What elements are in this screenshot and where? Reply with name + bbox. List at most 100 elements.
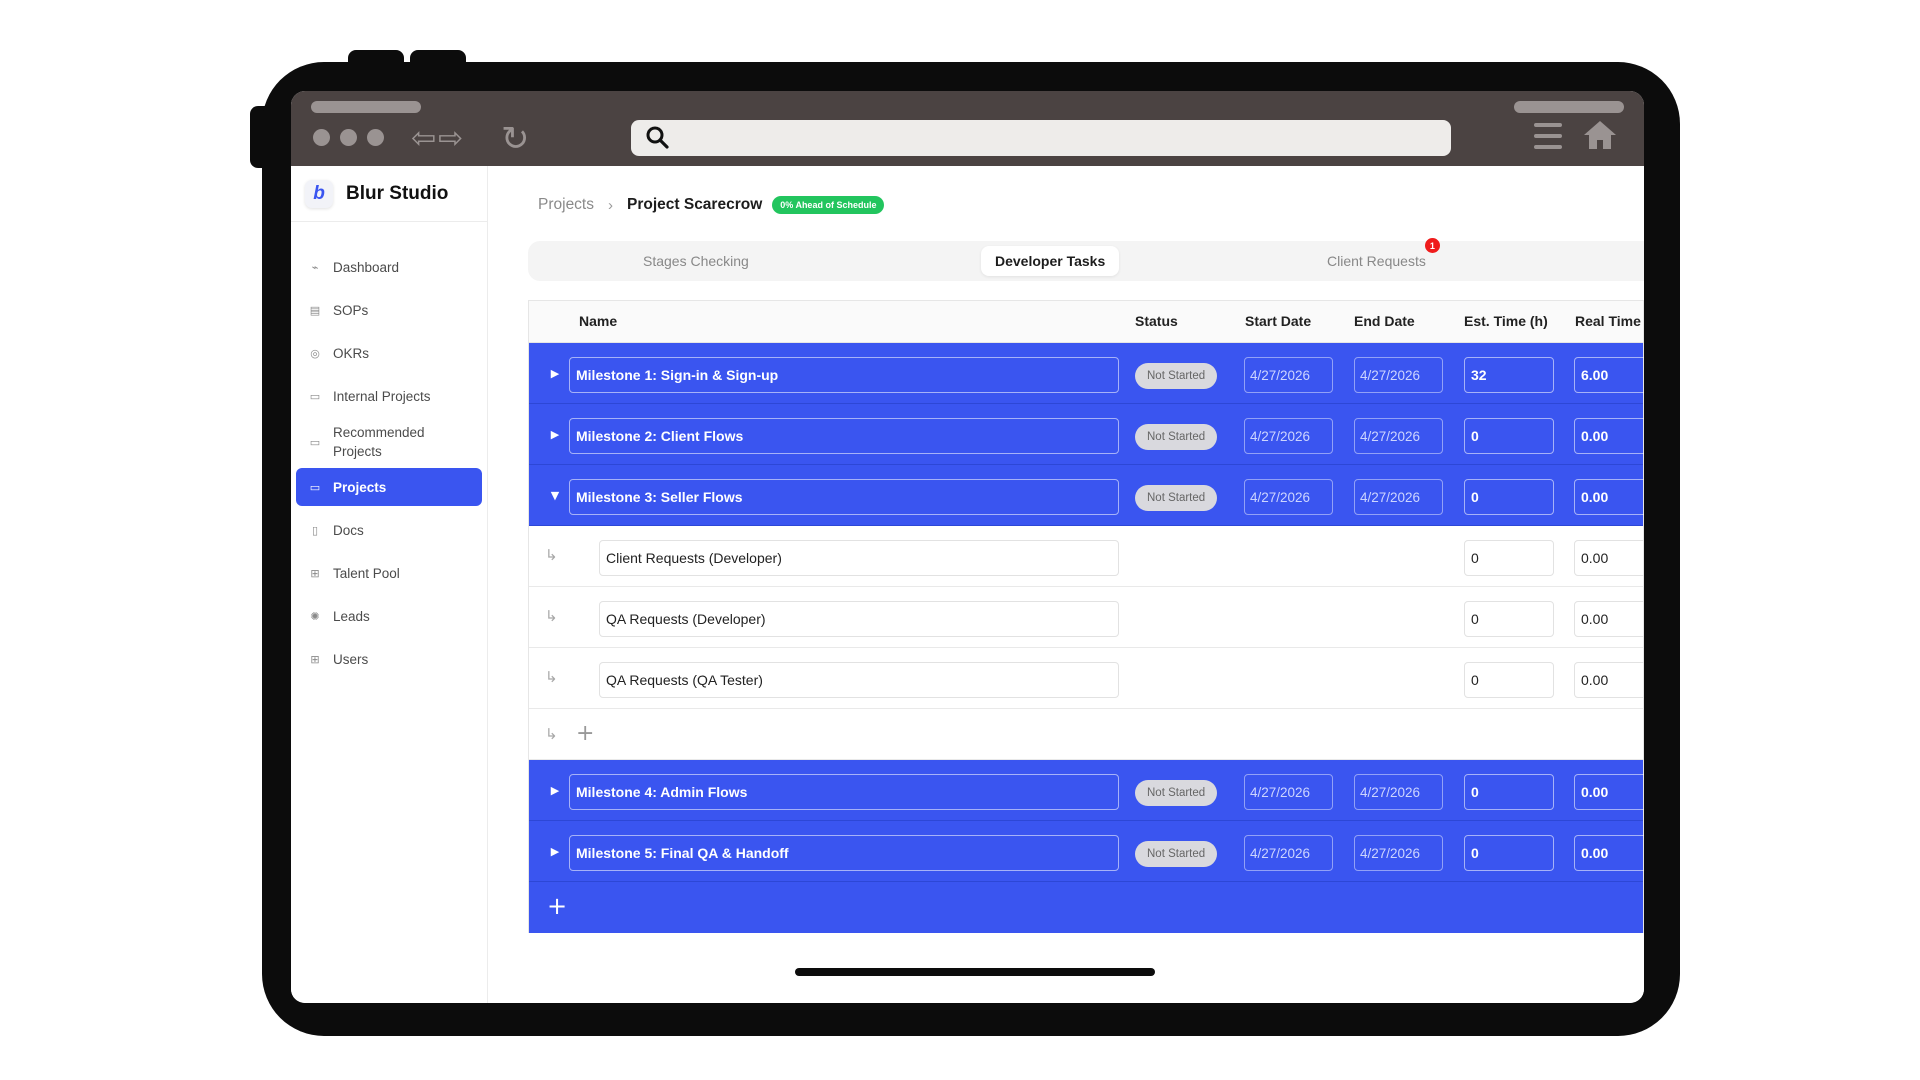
start-date-field[interactable]: 4/27/2026 — [1244, 774, 1333, 810]
sidebar-item-internal-projects[interactable]: ▭ Internal Projects — [296, 377, 482, 415]
window-dot-close[interactable] — [313, 129, 330, 146]
start-date-field[interactable]: 4/27/2026 — [1244, 357, 1333, 393]
sidebar-item-docs[interactable]: ▯ Docs — [296, 511, 482, 549]
folder-icon: ▭ — [309, 389, 321, 403]
tab-stages-checking[interactable]: Stages Checking — [629, 246, 763, 276]
caret-right-icon[interactable]: ▶ — [548, 366, 562, 380]
caret-right-icon[interactable]: ▶ — [548, 783, 562, 797]
status-badge[interactable]: Not Started — [1135, 363, 1218, 389]
window-dot-minimize[interactable] — [340, 129, 357, 146]
end-date-field[interactable]: 4/27/2026 — [1354, 418, 1443, 454]
doc-icon: ▯ — [311, 523, 319, 537]
chart-icon: ⌁ — [311, 260, 319, 274]
end-date-field[interactable]: 4/27/2026 — [1354, 835, 1443, 871]
start-date-field[interactable]: 4/27/2026 — [1244, 479, 1333, 515]
add-subtask-button[interactable]: + — [576, 721, 594, 746]
milestone-name-input[interactable]: Milestone 1: Sign-in & Sign-up — [569, 357, 1119, 393]
sidebar-item-okrs[interactable]: ◎ OKRs — [296, 334, 482, 372]
column-header-real-time[interactable]: Real Time — [1575, 313, 1641, 329]
reload-icon[interactable]: ↻ — [501, 119, 530, 159]
subtask-name-input[interactable]: QA Requests (Developer) — [599, 601, 1119, 637]
end-date-field[interactable]: 4/27/2026 — [1354, 357, 1443, 393]
real-time-input[interactable]: 0.00 — [1574, 479, 1644, 515]
est-time-input[interactable]: 0 — [1464, 662, 1554, 698]
sidebar-item-users[interactable]: ⊞ Users — [296, 640, 482, 678]
est-time-input[interactable]: 0 — [1464, 479, 1554, 515]
add-subtask-row: ↳ + — [529, 709, 1643, 760]
sidebar-item-leads[interactable]: ✺ Leads — [296, 597, 482, 635]
est-time-input[interactable]: 0 — [1464, 774, 1554, 810]
subtask-row: ↳ Client Requests (Developer) 0 0.00 — [529, 526, 1644, 587]
main-content: Projects › Project Scarecrow 0% Ahead of… — [488, 166, 1644, 1003]
milestone-name-input[interactable]: Milestone 3: Seller Flows — [569, 479, 1119, 515]
users-icon: ⊞ — [310, 652, 320, 666]
tab-label: Client Requests — [1327, 253, 1426, 269]
column-header-end-date[interactable]: End Date — [1354, 313, 1415, 329]
url-bar[interactable] — [631, 120, 1451, 156]
home-icon[interactable] — [1582, 119, 1618, 151]
column-header-status[interactable]: Status — [1135, 313, 1178, 329]
talent-icon: ⊞ — [310, 566, 320, 580]
real-time-input[interactable]: 6.00 — [1574, 357, 1644, 393]
add-milestone-row: + — [529, 882, 1643, 933]
back-forward-icon[interactable]: ⇦⇨ — [411, 121, 465, 156]
subtask-arrow-icon: ↳ — [545, 668, 558, 686]
start-date-field[interactable]: 4/27/2026 — [1244, 418, 1333, 454]
add-milestone-button[interactable]: + — [547, 892, 567, 920]
start-date-field[interactable]: 4/27/2026 — [1244, 835, 1333, 871]
milestone-name-input[interactable]: Milestone 2: Client Flows — [569, 418, 1119, 454]
tab-client-requests[interactable]: Client Requests 1 — [1313, 238, 1440, 276]
status-badge[interactable]: Not Started — [1135, 780, 1218, 806]
subtask-arrow-icon: ↳ — [545, 546, 558, 564]
sidebar-item-label: OKRs — [333, 345, 370, 361]
brand-name: Blur Studio — [346, 182, 449, 204]
subtask-arrow-icon: ↳ — [545, 607, 558, 625]
caret-right-icon[interactable]: ▶ — [548, 427, 562, 441]
real-time-input[interactable]: 0.00 — [1574, 601, 1644, 637]
est-time-input[interactable]: 0 — [1464, 418, 1554, 454]
end-date-field[interactable]: 4/27/2026 — [1354, 774, 1443, 810]
est-time-input[interactable]: 0 — [1464, 601, 1554, 637]
real-time-input[interactable]: 0.00 — [1574, 540, 1644, 576]
est-time-input[interactable]: 0 — [1464, 540, 1554, 576]
real-time-input[interactable]: 0.00 — [1574, 774, 1644, 810]
milestone-row: ▶ Milestone 2: Client Flows Not Started … — [529, 404, 1644, 465]
real-time-input[interactable]: 0.00 — [1574, 418, 1644, 454]
subtask-name-input[interactable]: QA Requests (QA Tester) — [599, 662, 1119, 698]
sidebar-item-label: Internal Projects — [333, 388, 431, 404]
sidebar-item-recommended-projects[interactable]: ▭ Recommended Projects — [296, 420, 482, 464]
status-badge[interactable]: Not Started — [1135, 485, 1218, 511]
caret-down-icon[interactable]: ▼ — [548, 488, 562, 502]
subtask-row: ↳ QA Requests (Developer) 0 0.00 — [529, 587, 1644, 648]
tab-developer-tasks[interactable]: Developer Tasks — [981, 246, 1120, 276]
est-time-input[interactable]: 32 — [1464, 357, 1554, 393]
sidebar-item-dashboard[interactable]: ⌁ Dashboard — [296, 248, 482, 286]
column-header-name[interactable]: Name — [579, 313, 617, 329]
column-header-start-date[interactable]: Start Date — [1245, 313, 1311, 329]
status-badge[interactable]: Not Started — [1135, 841, 1218, 867]
breadcrumb: Projects › Project Scarecrow 0% Ahead of… — [538, 196, 885, 214]
real-time-input[interactable]: 0.00 — [1574, 662, 1644, 698]
browser-tab-pill-right — [1514, 101, 1624, 113]
window-dot-maximize[interactable] — [367, 129, 384, 146]
breadcrumb-projects-link[interactable]: Projects — [538, 196, 594, 214]
column-header-est-time[interactable]: Est. Time (h) — [1464, 313, 1548, 329]
sidebar-item-talent-pool[interactable]: ⊞ Talent Pool — [296, 554, 482, 592]
est-time-input[interactable]: 0 — [1464, 835, 1554, 871]
status-badge[interactable]: Not Started — [1135, 424, 1218, 450]
end-date-field[interactable]: 4/27/2026 — [1354, 479, 1443, 515]
sidebar-item-sops[interactable]: ▤ SOPs — [296, 291, 482, 329]
hamburger-menu-icon[interactable] — [1534, 123, 1562, 149]
notification-badge: 1 — [1424, 238, 1440, 253]
caret-right-icon[interactable]: ▶ — [548, 844, 562, 858]
sidebar-item-label: Talent Pool — [333, 565, 400, 581]
subtask-name-input[interactable]: Client Requests (Developer) — [599, 540, 1119, 576]
milestone-name-input[interactable]: Milestone 5: Final QA & Handoff — [569, 835, 1119, 871]
brand[interactable]: b Blur Studio — [291, 166, 488, 222]
milestone-row: ▶ Milestone 4: Admin Flows Not Started 4… — [529, 760, 1644, 821]
milestone-name-input[interactable]: Milestone 4: Admin Flows — [569, 774, 1119, 810]
sidebar-item-projects[interactable]: ▭ Projects — [296, 468, 482, 506]
real-time-input[interactable]: 0.00 — [1574, 835, 1644, 871]
home-indicator[interactable] — [795, 968, 1155, 976]
browser-toolbar: ⇦⇨ ↻ — [291, 91, 1644, 166]
